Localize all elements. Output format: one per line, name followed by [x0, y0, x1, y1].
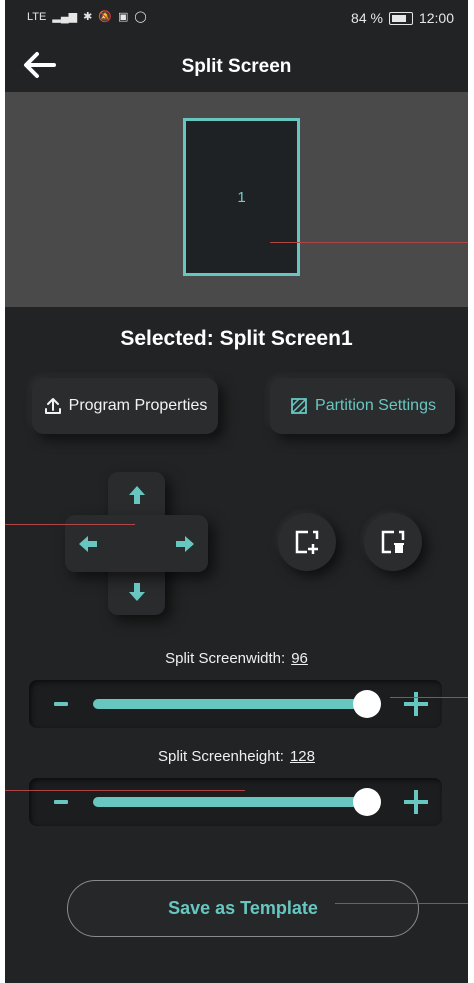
save-as-template-button[interactable]: Save as Template [67, 880, 419, 937]
program-properties-button[interactable]: Program Properties [32, 378, 218, 434]
width-slider-track[interactable] [93, 690, 381, 718]
bluetooth-icon: ✱ [83, 11, 93, 23]
status-bar: LTE ▂▄▆ ✱ 🔕 ▣ ◯ 84 % 12:00 [5, 0, 468, 36]
add-partition-icon [295, 530, 319, 554]
status-icons-left: LTE ▂▄▆ ✱ 🔕 ▣ ◯ [27, 10, 147, 24]
add-partition-button[interactable] [278, 513, 336, 571]
direction-pad [65, 472, 208, 615]
arrow-right-icon[interactable] [172, 532, 196, 556]
height-value[interactable]: 128 [290, 748, 315, 765]
battery-icon [388, 11, 413, 25]
partition-settings-button[interactable]: Partition Settings [270, 378, 455, 434]
width-slider [29, 680, 442, 728]
sync-icon: ◯ [134, 11, 147, 23]
width-slider-thumb[interactable] [353, 690, 381, 718]
annotation-line [335, 903, 468, 904]
network-type: LTE [27, 10, 47, 23]
top-bar: Split Screen [5, 36, 468, 92]
save-as-template-label: Save as Template [168, 898, 318, 918]
partition-number: 1 [237, 188, 246, 206]
battery-percent: 84 % [351, 10, 383, 26]
height-increase-button[interactable] [404, 790, 428, 814]
delete-partition-icon [381, 530, 405, 554]
screen-preview: 1 [5, 92, 468, 307]
program-properties-label: Program Properties [68, 397, 208, 414]
height-slider-track[interactable] [93, 788, 381, 816]
width-increase-button[interactable] [404, 692, 428, 716]
annotation-line [5, 790, 245, 791]
mute-icon: 🔕 [98, 11, 112, 23]
partition-settings-label: Partition Settings [315, 397, 436, 414]
arrow-down-icon[interactable] [125, 579, 149, 603]
delete-partition-button[interactable] [364, 513, 422, 571]
partition-settings-icon [291, 398, 307, 414]
status-icons-right: 84 % 12:00 [351, 10, 454, 26]
width-slider-fill [93, 699, 367, 709]
height-decrease-button[interactable] [54, 800, 68, 804]
notification-icon: ▣ [118, 11, 129, 23]
width-decrease-button[interactable] [54, 702, 68, 706]
annotation-line [270, 242, 468, 243]
height-label: Split Screenheight: [158, 748, 284, 765]
page-title: Split Screen [181, 56, 292, 77]
height-label-row: Split Screenheight: 128 [5, 748, 468, 765]
height-slider-fill [93, 797, 367, 807]
clock: 12:00 [418, 10, 454, 26]
partition-box-1[interactable]: 1 [183, 118, 300, 276]
signal-icon: ▂▄▆ [52, 11, 78, 23]
arrow-left-icon[interactable] [77, 532, 101, 556]
height-slider [29, 778, 442, 826]
width-label-row: Split Screenwidth: 96 [5, 650, 468, 667]
annotation-line [5, 524, 135, 525]
width-label: Split Screenwidth: [165, 650, 286, 667]
upload-icon [44, 398, 61, 414]
height-slider-thumb[interactable] [353, 788, 381, 816]
selected-partition-label: Selected: Split Screen1 [120, 327, 353, 350]
app-screen: LTE ▂▄▆ ✱ 🔕 ▣ ◯ 84 % 12:00 Split Screen … [5, 0, 468, 983]
width-value[interactable]: 96 [291, 650, 308, 667]
annotation-line [390, 697, 468, 698]
arrow-up-icon[interactable] [125, 484, 149, 508]
